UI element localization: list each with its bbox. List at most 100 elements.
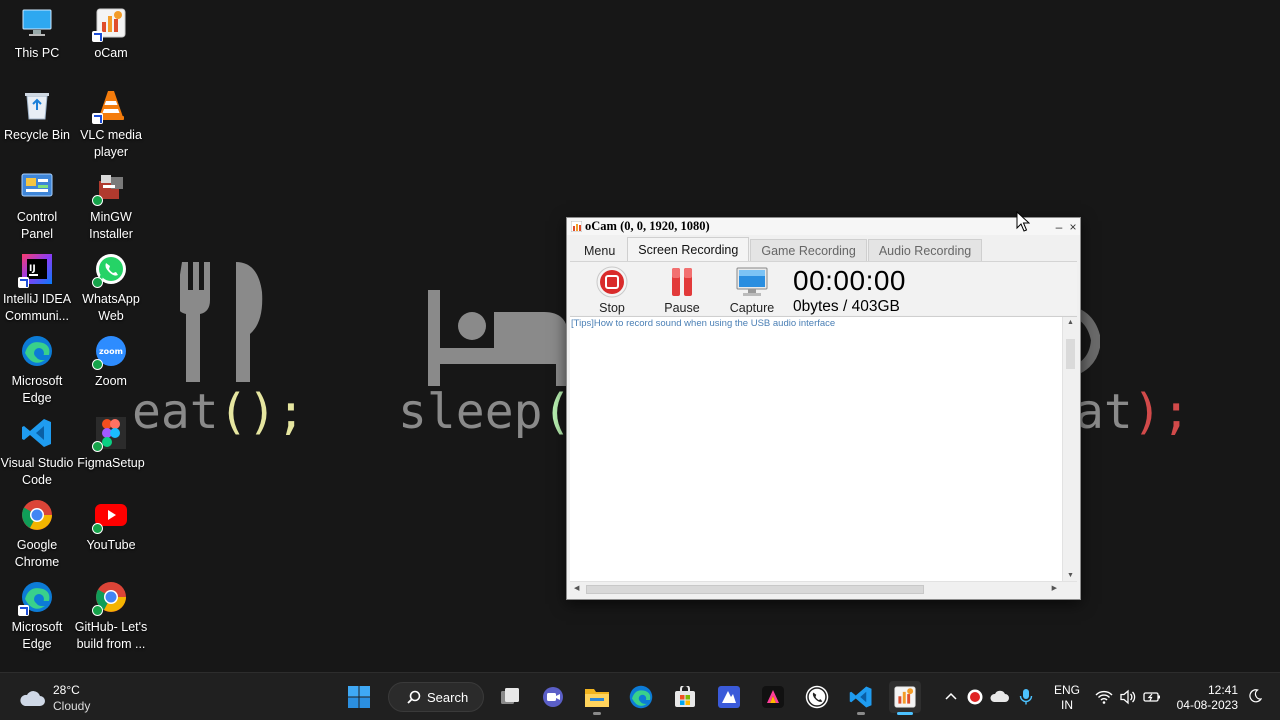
scroll-right-icon[interactable]: ▶ (1052, 584, 1057, 592)
desktop-icon-control-panel[interactable]: Control Panel (0, 170, 74, 243)
desktop-icon-this-pc[interactable]: This PC (0, 6, 74, 62)
quick-settings[interactable] (1095, 673, 1161, 720)
stop-button[interactable]: Stop (588, 266, 636, 315)
taskbar-adobe[interactable] (757, 681, 789, 713)
desktop-icon-vlc[interactable]: VLC media player (74, 88, 148, 161)
taskbar-ocam[interactable] (889, 681, 921, 715)
wallpaper-text-eat-2: at); (1075, 384, 1191, 440)
taskbar: 28°C Cloudy Search ENG IN 12:41 04-08-20… (0, 672, 1280, 720)
capture-button[interactable]: Capture (728, 266, 776, 315)
minimize-button[interactable]: – (1052, 220, 1066, 234)
whatsapp-icon (805, 685, 829, 709)
taskbar-store[interactable] (669, 681, 701, 713)
chrome-icon (20, 498, 54, 532)
battery-charging-icon (1143, 692, 1160, 702)
microphone-icon[interactable] (1018, 688, 1034, 706)
stop-label: Stop (599, 301, 625, 315)
desktop-icon-youtube[interactable]: YouTube (74, 498, 148, 554)
sync-check-icon (92, 523, 103, 534)
input-language[interactable]: ENG IN (1054, 683, 1080, 713)
notifications-moon-icon[interactable] (1248, 689, 1262, 703)
vertical-scrollbar[interactable]: ▲ ▼ (1062, 317, 1077, 581)
desktop-icon-figma[interactable]: FigmaSetup (74, 416, 148, 472)
ocam-tab-bar: Menu Screen Recording Game Recording Aud… (570, 237, 1077, 262)
taskbar-vscode[interactable] (845, 681, 877, 715)
scroll-up-icon[interactable]: ▲ (1063, 319, 1078, 326)
desktop-icon-label: GitHub- Let's build from ... (74, 620, 148, 651)
clock-time: 12:41 (1207, 683, 1238, 697)
desktop-icon-ocam[interactable]: oCam (74, 6, 148, 62)
ocam-content: Menu Screen Recording Game Recording Aud… (570, 237, 1077, 596)
store-icon (675, 686, 695, 707)
scrollbar-thumb[interactable] (586, 585, 924, 594)
desktop-icon-label: This PC (14, 46, 60, 60)
scroll-down-icon[interactable]: ▼ (1063, 572, 1078, 579)
recording-icon[interactable] (966, 688, 984, 706)
desktop-icon-label: Control Panel (16, 210, 58, 241)
shortcut-arrow-icon (18, 605, 29, 616)
onedrive-cloud-icon[interactable] (990, 688, 1010, 706)
ocam-window-title: oCam (0, 0, 1920, 1080) (585, 219, 710, 233)
system-clock[interactable]: 12:41 04-08-2023 (1170, 683, 1238, 713)
close-button[interactable]: × (1066, 220, 1080, 234)
desktop-icon-google-chrome[interactable]: Google Chrome (0, 498, 74, 571)
ocam-window[interactable]: oCam (0, 0, 1920, 1080) – × Menu Screen … (566, 217, 1081, 600)
desktop-icon-label: Recycle Bin (4, 128, 70, 142)
stop-icon (596, 266, 628, 298)
tab-screen-recording[interactable]: Screen Recording (627, 237, 750, 261)
sync-check-icon (92, 359, 103, 370)
region-code: IN (1061, 698, 1073, 712)
monitor-capture-icon (736, 267, 768, 296)
desktop-icon-label: Visual Studio Code (0, 456, 74, 487)
clock-date: 04-08-2023 (1176, 698, 1238, 712)
desktop-icon-label: Google Chrome (14, 538, 60, 569)
ocam-icon (92, 6, 128, 42)
ocam-title-bar[interactable]: oCam (0, 0, 1920, 1080) – × (567, 218, 1080, 235)
taskbar-app[interactable] (713, 681, 745, 713)
desktop-icon-intellij[interactable]: IJ IntelliJ IDEA Communi... (0, 252, 74, 325)
weather-widget[interactable]: 28°C Cloudy (18, 682, 90, 714)
desktop-icon-mingw[interactable]: MinGW Installer (74, 170, 148, 243)
system-tray (942, 673, 1034, 720)
horizontal-scrollbar[interactable]: ◀ ▶ (570, 581, 1077, 596)
taskbar-file-explorer[interactable] (581, 681, 613, 715)
vlc-icon (92, 88, 128, 124)
tab-game-recording[interactable]: Game Recording (750, 239, 867, 261)
desktop-icon-github-chrome[interactable]: GitHub- Let's build from ... (74, 580, 148, 653)
shortcut-arrow-icon (18, 277, 29, 288)
start-button[interactable] (343, 681, 375, 713)
taskbar-edge[interactable] (625, 681, 657, 713)
scrollbar-thumb[interactable] (1066, 339, 1075, 369)
shortcut-arrow-icon (92, 31, 103, 42)
taskbar-search[interactable]: Search (388, 682, 484, 712)
wifi-icon (1095, 690, 1113, 704)
tab-audio-recording[interactable]: Audio Recording (867, 239, 983, 261)
desktop-icon-zoom[interactable]: zoom Zoom (74, 334, 148, 390)
desktop-icon-label: WhatsApp Web (82, 292, 140, 323)
edge-icon (18, 580, 54, 616)
capture-label: Capture (729, 301, 775, 315)
edge-icon (629, 685, 653, 709)
task-view-button[interactable] (494, 681, 526, 713)
volume-icon (1120, 689, 1136, 705)
pause-icon (672, 268, 692, 296)
desktop-icon-microsoft-edge-2[interactable]: Microsoft Edge (0, 580, 74, 653)
file-explorer-icon (585, 689, 609, 707)
active-indicator (897, 712, 913, 715)
tab-menu[interactable]: Menu (572, 239, 627, 261)
desktop-icon-recycle-bin[interactable]: Recycle Bin (0, 88, 74, 144)
tips-link[interactable]: [Tips]How to record sound when using the… (571, 318, 835, 329)
desktop-icon-whatsapp[interactable]: WhatsApp Web (74, 252, 148, 325)
desktop-icon-label: MinGW Installer (89, 210, 133, 241)
pause-button[interactable]: Pause (658, 266, 706, 315)
intellij-icon: IJ (18, 252, 54, 288)
taskbar-chat[interactable] (537, 681, 569, 713)
show-hidden-icons-chevron-up-icon[interactable] (942, 688, 960, 706)
desktop-icon-vscode[interactable]: Visual Studio Code (0, 416, 74, 489)
taskbar-whatsapp[interactable] (801, 681, 833, 713)
desktop-icon-microsoft-edge[interactable]: Microsoft Edge (0, 334, 74, 407)
recycle-bin-icon (20, 88, 54, 122)
storage-status: 0bytes / 403GB (793, 298, 900, 315)
scroll-left-icon[interactable]: ◀ (574, 584, 579, 592)
ocam-log-area[interactable]: [Tips]How to record sound when using the… (570, 316, 1077, 596)
